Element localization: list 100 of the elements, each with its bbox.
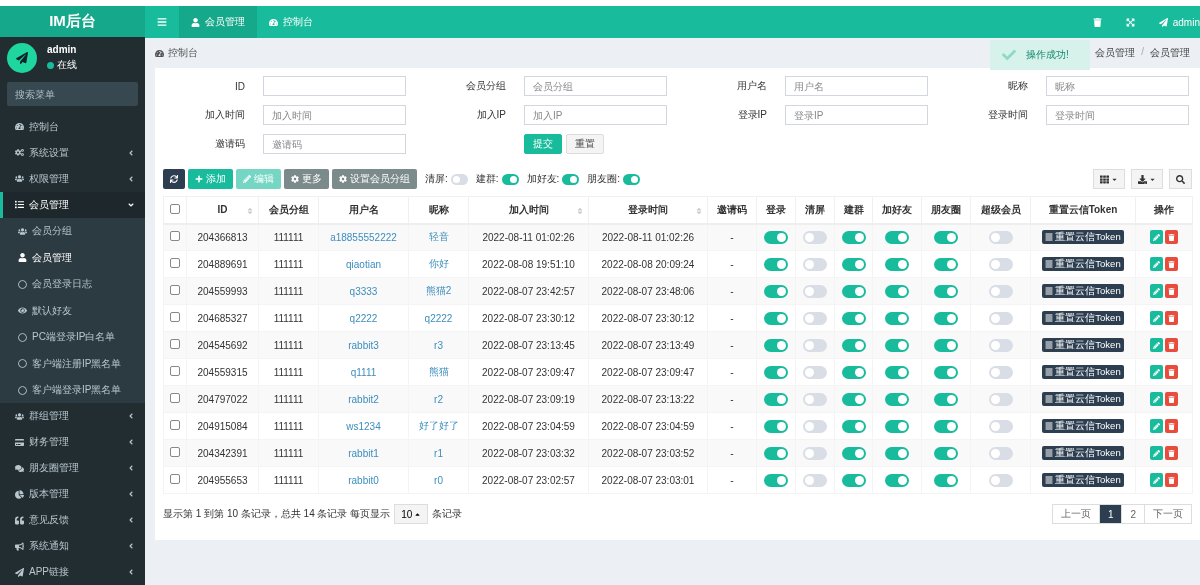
reset-button[interactable]: 重置 (566, 134, 604, 154)
toggle-switch[interactable] (803, 338, 827, 352)
search-button[interactable] (1169, 169, 1192, 189)
row-checkbox[interactable] (170, 339, 180, 349)
toggle-switch[interactable] (885, 392, 909, 406)
table-link[interactable]: rabbit3 (318, 331, 409, 359)
toggle-switch[interactable] (988, 338, 1013, 352)
toggle-switch[interactable] (803, 419, 827, 433)
filter-field[interactable]: 登录时间 (1046, 105, 1189, 125)
row-checkbox[interactable] (170, 231, 180, 242)
table-link[interactable]: 熊猫2 (408, 277, 469, 305)
edit-button[interactable] (1150, 392, 1163, 406)
toggle-switch[interactable] (934, 419, 958, 433)
reset-token-button[interactable]: 重置云信Token (1042, 365, 1124, 379)
toggle-switch[interactable] (885, 230, 909, 244)
reset-token-button[interactable]: 重置云信Token (1042, 473, 1124, 487)
filter-field[interactable]: 会员分组 (524, 76, 667, 96)
table-link[interactable]: rabbit2 (318, 385, 409, 413)
edit-button[interactable] (1150, 311, 1163, 325)
menu-item[interactable]: 系统通知 (0, 533, 145, 560)
reset-token-button[interactable]: 重置云信Token (1042, 230, 1124, 245)
menu-item[interactable]: 系统设置 (0, 139, 145, 166)
toggle-switch[interactable] (803, 365, 827, 379)
toggle-switch[interactable] (988, 311, 1013, 325)
select-all-checkbox[interactable] (170, 203, 180, 214)
filter-field[interactable]: 加入时间 (263, 105, 406, 125)
row-checkbox[interactable] (170, 393, 180, 403)
reset-token-button[interactable]: 重置云信Token (1042, 338, 1124, 352)
page-size-select[interactable]: 10 (394, 504, 429, 524)
menu-item[interactable]: 会员管理 (0, 191, 145, 218)
table-link[interactable]: q3333 (318, 277, 409, 305)
submenu-item[interactable]: 默认好友 (0, 297, 145, 324)
delete-button[interactable] (1165, 311, 1178, 325)
table-link[interactable]: 熊猫 (408, 358, 469, 386)
delete-button[interactable] (1165, 419, 1178, 433)
toggle-switch[interactable] (841, 392, 866, 406)
toggle-switch[interactable] (885, 338, 909, 352)
toggle-switch[interactable] (988, 230, 1013, 244)
menu-item[interactable]: 意见反馈 (0, 507, 145, 534)
table-link[interactable]: ws1234 (318, 412, 409, 440)
table-link[interactable]: r3 (408, 331, 469, 359)
toggle-switch[interactable] (764, 365, 788, 379)
more-button[interactable]: 更多 (284, 169, 329, 189)
toggle-switch[interactable] (988, 284, 1013, 298)
filter-field[interactable] (263, 76, 406, 96)
toggle-switch[interactable] (934, 257, 958, 271)
table-link[interactable]: r2 (408, 385, 469, 413)
menu-item[interactable]: 朋友圈管理 (0, 455, 145, 482)
edit-button[interactable] (1150, 365, 1163, 379)
toggle-switch[interactable] (764, 392, 788, 406)
table-link[interactable]: 好了好了 (408, 412, 469, 440)
toggle-switch[interactable] (988, 473, 1013, 487)
toggle-switch[interactable] (841, 338, 866, 352)
table-link[interactable]: 轻音 (408, 223, 469, 251)
menu-item[interactable]: 控制台 (0, 113, 145, 140)
toggle-switch[interactable] (501, 173, 519, 185)
menu-item[interactable]: 权限管理 (0, 165, 145, 192)
toggle-switch[interactable] (885, 311, 909, 325)
filter-field[interactable]: 昵称 (1046, 76, 1189, 96)
column-header[interactable]: ID (186, 196, 259, 224)
filter-field[interactable]: 加入IP (524, 105, 667, 125)
toggle-switch[interactable] (803, 284, 827, 298)
toggle-switch[interactable] (841, 473, 866, 487)
row-checkbox[interactable] (170, 474, 180, 484)
table-link[interactable]: qiaotian (318, 250, 409, 278)
toggle-switch[interactable] (885, 365, 909, 379)
toggle-switch[interactable] (934, 365, 958, 379)
toggle-switch[interactable] (988, 257, 1013, 271)
table-link[interactable]: r1 (408, 439, 469, 467)
column-header[interactable]: 登录时间 (588, 196, 708, 224)
toggle-switch[interactable] (988, 446, 1013, 460)
table-link[interactable]: rabbit0 (318, 466, 409, 494)
toggle-switch[interactable] (934, 392, 958, 406)
menu-search-field[interactable]: 搜索菜单 (7, 82, 138, 106)
toggle-switch[interactable] (562, 173, 580, 185)
toggle-switch[interactable] (885, 473, 909, 487)
table-link[interactable]: q2222 (408, 304, 469, 332)
toggle-switch[interactable] (988, 365, 1013, 379)
table-link[interactable]: q2222 (318, 304, 409, 332)
edit-button[interactable] (1150, 419, 1163, 433)
toggle-switch[interactable] (841, 311, 866, 325)
menu-item[interactable]: 群组管理 (0, 403, 145, 430)
toggle-switch[interactable] (764, 446, 788, 460)
toggle-switch[interactable] (803, 392, 827, 406)
submenu-item[interactable]: 会员管理 (0, 244, 145, 271)
row-checkbox[interactable] (170, 420, 180, 430)
toggle-switch[interactable] (934, 311, 958, 325)
reset-token-button[interactable]: 重置云信Token (1042, 392, 1124, 406)
toggle-switch[interactable] (841, 257, 866, 271)
toggle-switch[interactable] (934, 338, 958, 352)
table-link[interactable]: r0 (408, 466, 469, 494)
columns-button[interactable] (1093, 169, 1125, 189)
delete-button[interactable] (1165, 392, 1178, 406)
row-checkbox[interactable] (170, 447, 180, 457)
toggle-switch[interactable] (841, 230, 866, 244)
edit-button[interactable] (1150, 338, 1163, 352)
reset-token-button[interactable]: 重置云信Token (1042, 311, 1124, 325)
breadcrumb-link[interactable]: 会员管理 (1150, 46, 1190, 60)
toggle-switch[interactable] (988, 419, 1013, 433)
edit-button[interactable] (1150, 284, 1163, 298)
